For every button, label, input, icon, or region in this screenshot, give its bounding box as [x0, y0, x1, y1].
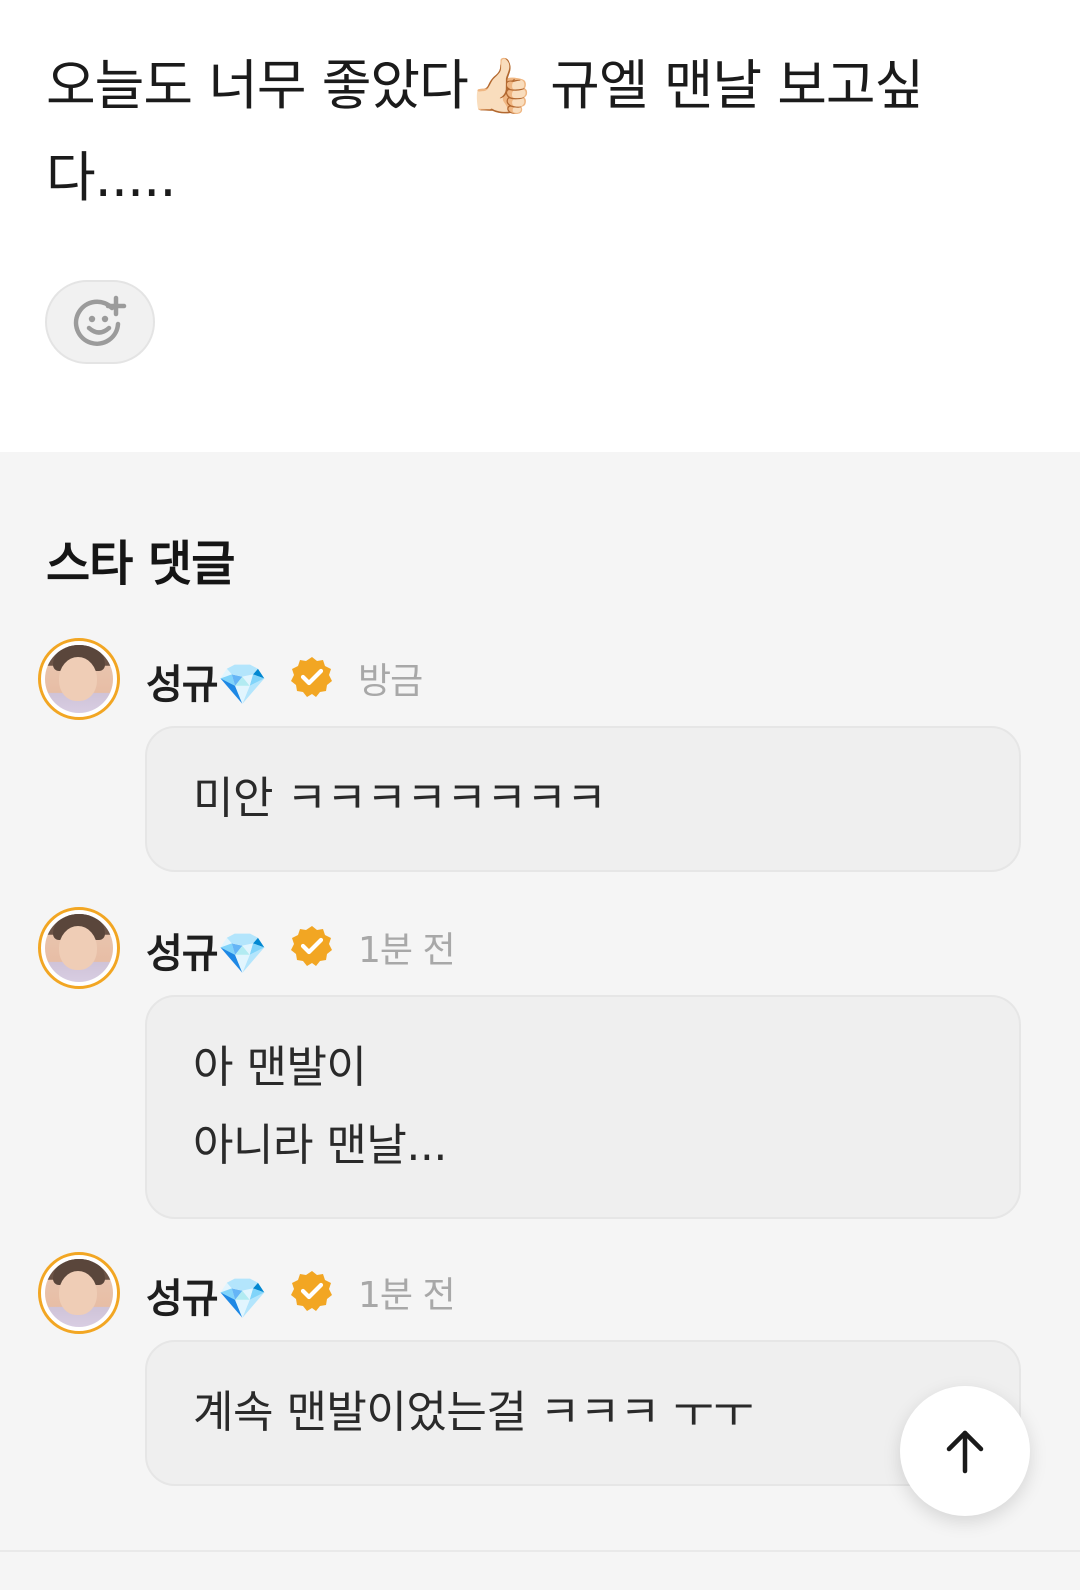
avatar[interactable]: [38, 638, 120, 720]
scroll-to-top-button[interactable]: [900, 1386, 1030, 1516]
verified-badge-icon: [291, 926, 332, 966]
comment-bubble: 아 맨발이 아니라 맨날...: [145, 995, 1021, 1219]
add-reaction-smile-icon: [73, 295, 127, 346]
commenter-name[interactable]: 성규💎: [146, 921, 267, 979]
divider: [0, 1550, 1080, 1552]
commenter-name[interactable]: 성규💎: [146, 1266, 267, 1324]
section-title: 스타 댓글: [46, 536, 235, 592]
post-content: 오늘도 너무 좋았다👍🏻 규엘 맨날 보고싶다.....: [0, 0, 1080, 452]
avatar[interactable]: [38, 1252, 120, 1334]
add-reaction-button[interactable]: [45, 280, 155, 364]
comment-time: 1분 전: [358, 930, 456, 971]
comment-bubble: 미안 ㅋㅋㅋㅋㅋㅋㅋㅋ: [145, 726, 1021, 872]
avatar[interactable]: [38, 907, 120, 989]
post-text: 오늘도 너무 좋았다👍🏻 규엘 맨날 보고싶다.....: [46, 54, 924, 209]
comment-time: 1분 전: [358, 1275, 456, 1316]
comment-bubble: 계속 맨발이었는걸 ㅋㅋㅋ ㅜㅜ: [145, 1340, 1021, 1486]
commenter-name[interactable]: 성규💎: [146, 652, 267, 710]
verified-badge-icon: [291, 657, 332, 697]
comment-time: 방금: [358, 661, 423, 702]
verified-badge-icon: [291, 1271, 332, 1311]
arrow-up-icon: [946, 1430, 984, 1474]
